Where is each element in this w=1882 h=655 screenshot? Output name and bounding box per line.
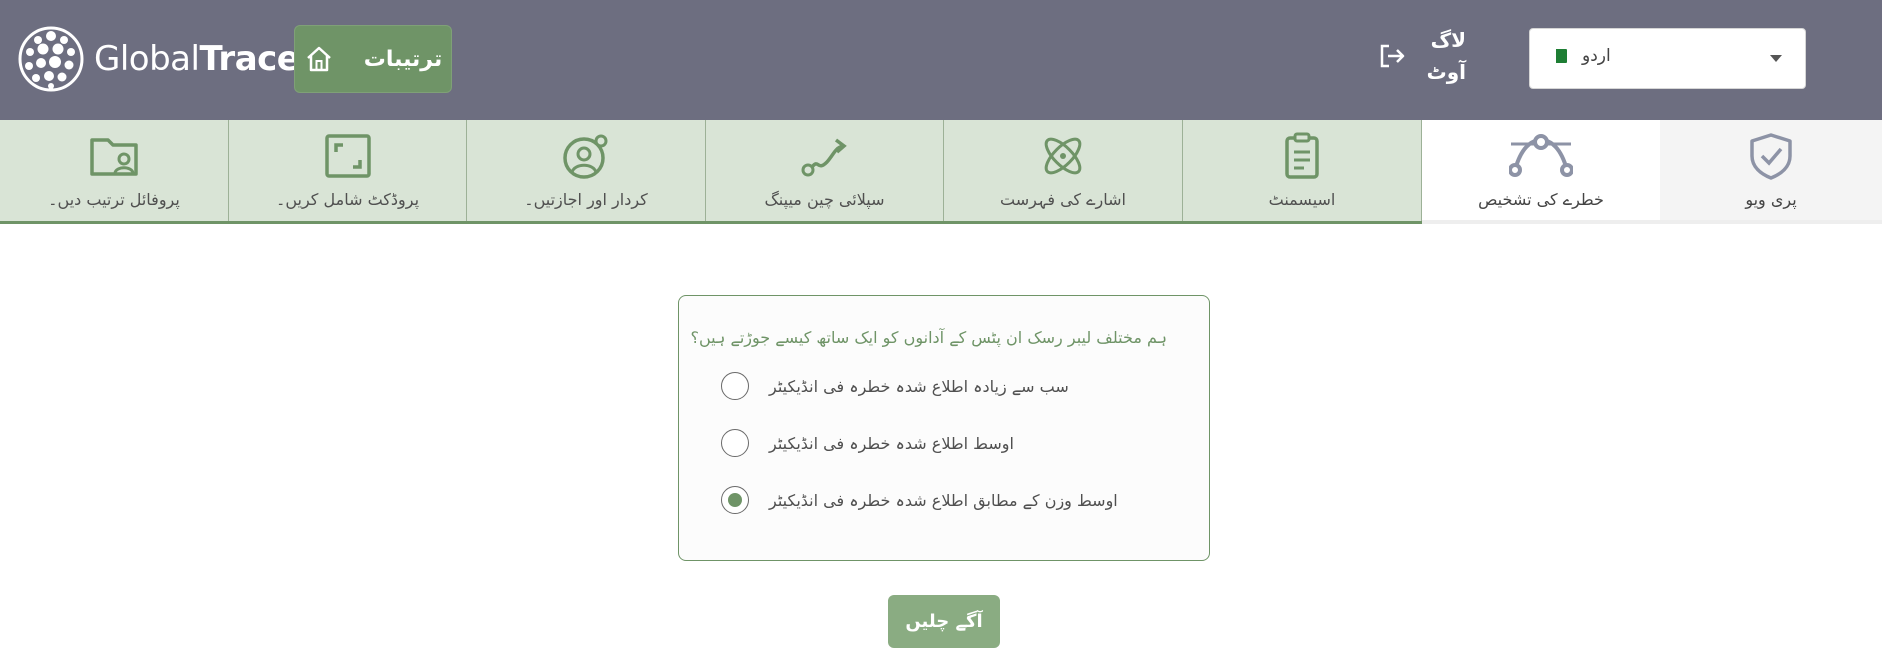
user-gear-icon bbox=[563, 134, 608, 179]
option-label: سب سے زیادہ اطلاع شدہ خطرہ فی انڈیکیٹر bbox=[769, 376, 1069, 396]
radio-button-selected[interactable] bbox=[721, 486, 749, 514]
home-icon bbox=[306, 46, 331, 72]
settings-button[interactable]: ترتیبات bbox=[294, 25, 452, 93]
tab-preview[interactable]: پری ویو bbox=[1660, 120, 1882, 221]
tab-label: خطرے کی تشخیص bbox=[1478, 190, 1604, 209]
radio-button[interactable] bbox=[721, 372, 749, 400]
tab-indicator-list[interactable]: اشارے کی فہرست bbox=[944, 120, 1183, 221]
logout-button[interactable]: لاگ آوٹ bbox=[1378, 24, 1466, 88]
option-label: اوسط وزن کے مطابق اطلاع شدہ خطرہ فی انڈی… bbox=[769, 490, 1118, 510]
pakistan-flag-icon bbox=[1553, 49, 1567, 63]
tab-roles-permissions[interactable]: کردار اور اجازتیں۔ bbox=[467, 120, 706, 221]
step-tabs: پروفائل ترتیب دیں۔ پروڈکٹ شامل کریں۔ کرد… bbox=[0, 120, 1882, 224]
radio-button[interactable] bbox=[721, 429, 749, 457]
route-icon bbox=[801, 138, 847, 177]
radio-dot bbox=[728, 493, 742, 507]
atom-icon bbox=[1044, 137, 1082, 175]
language-label: اردو bbox=[1582, 46, 1611, 66]
tab-add-product[interactable]: پروڈکٹ شامل کریں۔ bbox=[229, 120, 467, 221]
shield-check-icon bbox=[1750, 133, 1792, 180]
folder-user-icon bbox=[90, 138, 138, 176]
tab-label: پروفائل ترتیب دیں۔ bbox=[48, 190, 180, 209]
question-text: ہم مختلف لیبر رسک ان پٹس کے آدانوں کو ای… bbox=[690, 328, 1167, 347]
logout-icon bbox=[1380, 44, 1405, 68]
tab-assessment[interactable]: اسیسمنٹ bbox=[1183, 120, 1422, 221]
language-select[interactable] bbox=[1529, 28, 1806, 89]
expand-frame-icon bbox=[324, 134, 371, 178]
option-highest-risk[interactable]: سب سے زیادہ اطلاع شدہ خطرہ فی انڈیکیٹر bbox=[721, 372, 1069, 400]
next-button[interactable]: آگے چلیں bbox=[888, 595, 1000, 648]
globe-dots-icon bbox=[18, 26, 84, 92]
tab-underline-inactive bbox=[1422, 220, 1882, 224]
tab-risk-assessment[interactable]: خطرے کی تشخیص bbox=[1422, 120, 1660, 221]
chevron-down-icon bbox=[1770, 55, 1782, 62]
tab-label: پری ویو bbox=[1745, 190, 1797, 209]
option-weighted-average-risk[interactable]: اوسط وزن کے مطابق اطلاع شدہ خطرہ فی انڈی… bbox=[721, 486, 1118, 514]
logout-label: لاگ آوٹ bbox=[1426, 28, 1466, 84]
option-label: اوسط اطلاع شدہ خطرہ فی انڈیکیٹر bbox=[769, 433, 1014, 453]
tab-label: کردار اور اجازتیں۔ bbox=[524, 190, 648, 209]
tab-label: سپلائی چین میپنگ bbox=[764, 190, 885, 209]
option-average-risk[interactable]: اوسط اطلاع شدہ خطرہ فی انڈیکیٹر bbox=[721, 429, 1014, 457]
globaltrace-logo[interactable]: GlobalTrace bbox=[16, 22, 300, 96]
logo-text: GlobalTrace bbox=[94, 39, 300, 79]
bezier-curve-icon bbox=[1509, 134, 1573, 177]
settings-label: ترتیبات bbox=[363, 46, 443, 72]
tab-profile-setup[interactable]: پروفائل ترتیب دیں۔ bbox=[0, 120, 229, 221]
tab-label: اسیسمنٹ bbox=[1268, 190, 1336, 209]
tab-label: پروڈکٹ شامل کریں۔ bbox=[275, 190, 420, 209]
app-header: GlobalTrace ترتیبات لاگ آوٹ اردو bbox=[0, 0, 1882, 120]
clipboard-icon bbox=[1285, 132, 1319, 179]
question-card: ہم مختلف لیبر رسک ان پٹس کے آدانوں کو ای… bbox=[678, 295, 1210, 561]
tab-label: اشارے کی فہرست bbox=[1000, 190, 1126, 209]
tab-supply-chain-mapping[interactable]: سپلائی چین میپنگ bbox=[706, 120, 944, 221]
